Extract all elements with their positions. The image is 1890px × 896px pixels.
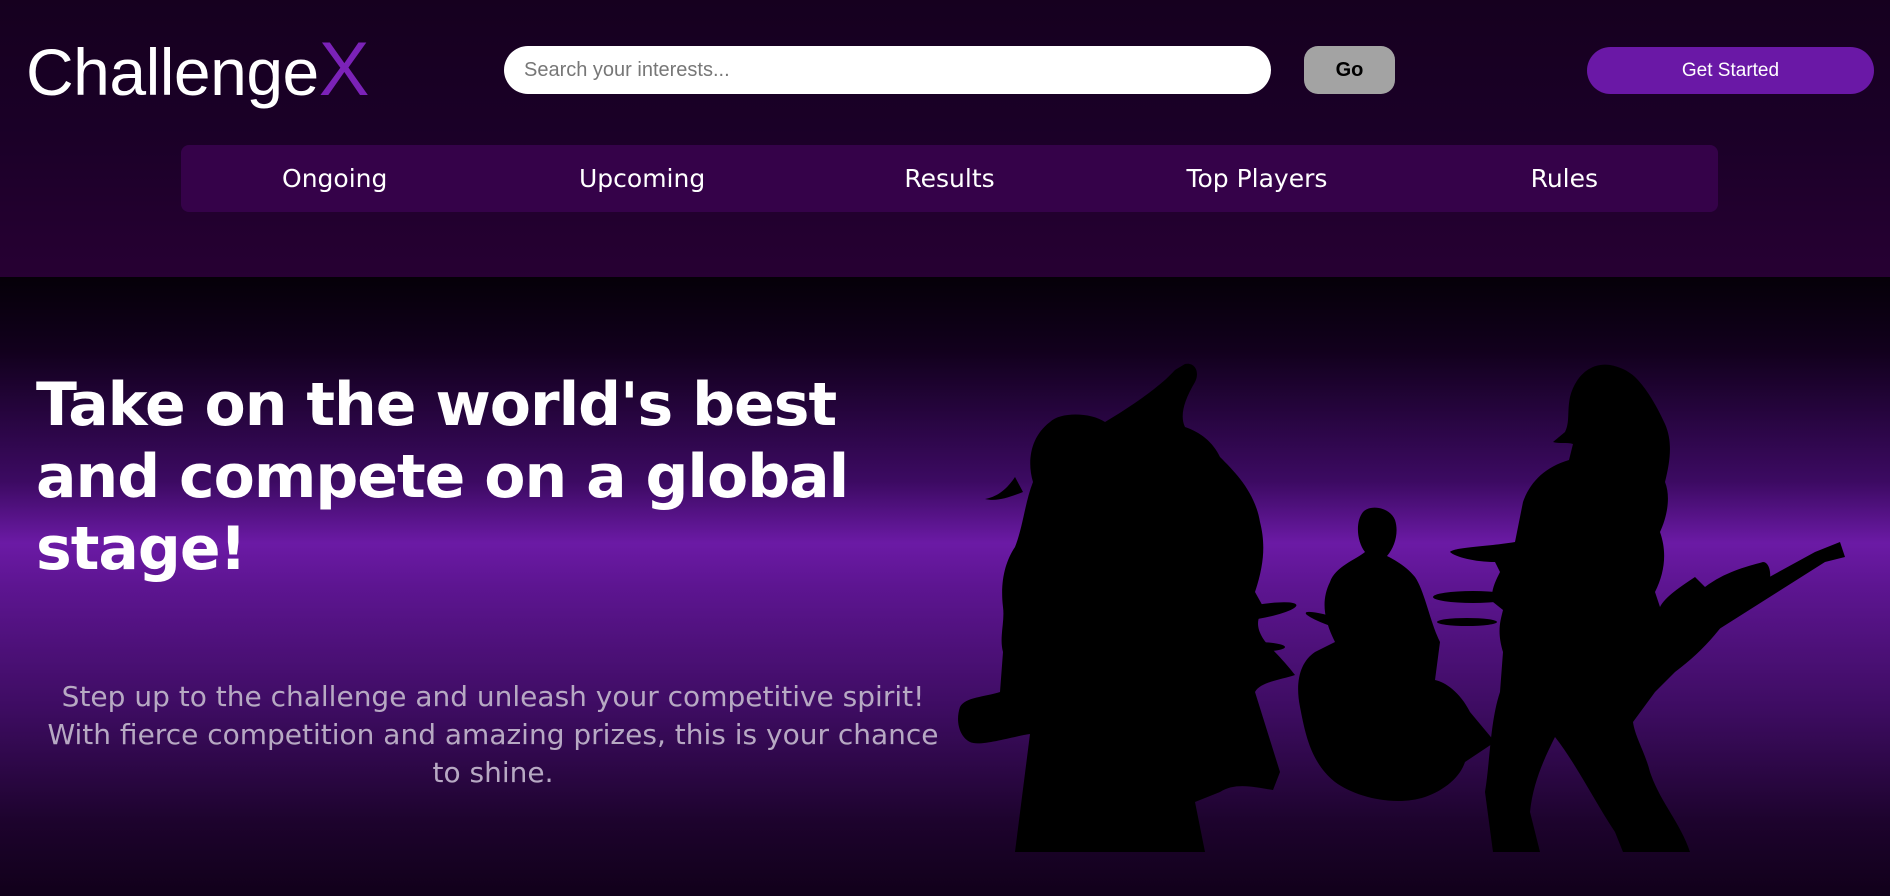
site-header: ChallengeX Go Get Started Ongoing Upcomi… (0, 0, 1890, 277)
nav-item-results[interactable]: Results (796, 145, 1103, 212)
nav-item-rules[interactable]: Rules (1411, 145, 1718, 212)
get-started-button[interactable]: Get Started (1587, 47, 1874, 94)
logo-accent: X (318, 27, 370, 112)
hero-title: Take on the world's best and compete on … (36, 370, 849, 584)
hero-description: Step up to the challenge and unleash you… (47, 680, 939, 789)
main-nav: Ongoing Upcoming Results Top Players Rul… (181, 145, 1718, 212)
search-input[interactable] (504, 46, 1271, 94)
hero-section: Take on the world's best and compete on … (0, 277, 1890, 896)
band-silhouette-image (958, 363, 1845, 852)
nav-item-upcoming[interactable]: Upcoming (488, 145, 795, 212)
logo-text: Challenge (26, 35, 319, 109)
nav-item-ongoing[interactable]: Ongoing (181, 145, 488, 212)
nav-item-top-players[interactable]: Top Players (1103, 145, 1410, 212)
logo[interactable]: ChallengeX (26, 32, 369, 110)
go-button[interactable]: Go (1304, 46, 1395, 94)
